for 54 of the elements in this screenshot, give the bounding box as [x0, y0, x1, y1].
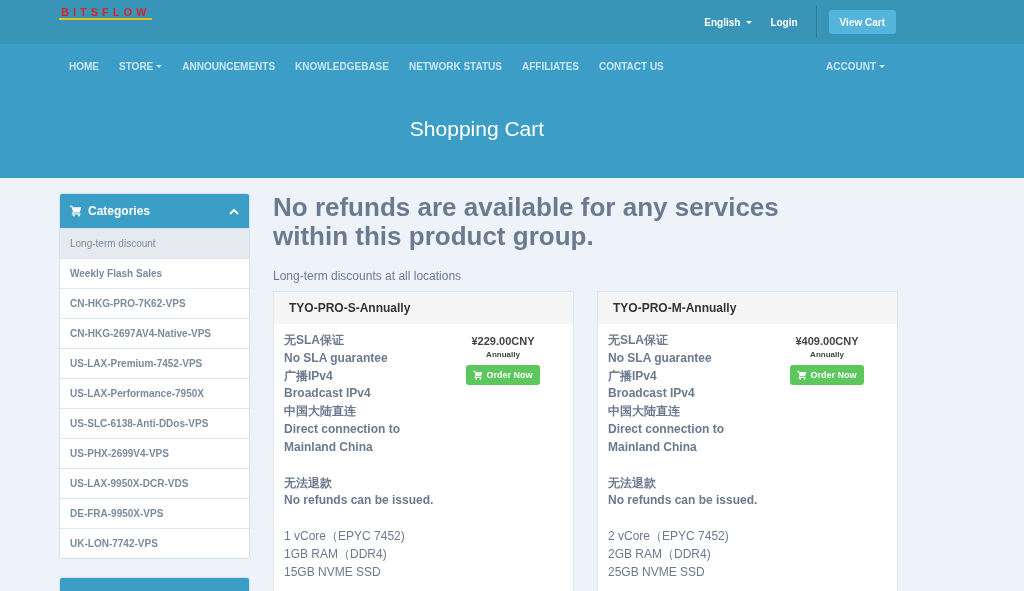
category-item[interactable]: Long-term discount [60, 228, 249, 258]
page-title: Shopping Cart [408, 116, 546, 141]
spec-text: 2GB RAM（DDR4) [608, 545, 712, 563]
order-button[interactable]: Order Now [466, 365, 540, 385]
feature-text: 无SLA保证 [608, 332, 669, 349]
feature-text: 中国大陆直连 [608, 403, 681, 421]
order-button[interactable]: Order Now [790, 365, 864, 385]
language-menu[interactable]: English [704, 16, 753, 28]
feature-text: Broadcast IPv4 [284, 385, 372, 403]
spec-text: 2 vCore（EPYC 7452) [608, 528, 730, 546]
account-menu[interactable]: ACCOUNT [816, 60, 895, 72]
nav-link[interactable]: NETWORK STATUS [398, 60, 512, 72]
headline: No refunds are available for any services within this product group. [273, 193, 780, 251]
price: ¥229.00CNY [471, 335, 535, 347]
price: ¥409.00CNY [795, 335, 859, 347]
feature-text: Mainland China [608, 438, 698, 456]
feature-text: 无SLA保证 [284, 332, 345, 349]
feature-text: Mainland China [284, 438, 374, 456]
feature-text: Direct connection to [284, 421, 401, 438]
view-cart-button[interactable]: View Cart [828, 10, 896, 34]
panel-header[interactable]: Categories [60, 194, 249, 228]
feature-text: No SLA guarantee [608, 349, 713, 367]
category-item[interactable]: UK-LON-7742-VPS [60, 528, 249, 558]
feature-text: 无法退款 [608, 474, 657, 492]
feature-text: 无法退款 [284, 474, 333, 492]
nav-link[interactable]: CONTACT US [588, 60, 674, 72]
panel-title: Categories [88, 204, 152, 218]
login-link[interactable]: Login [770, 16, 798, 28]
nav-link[interactable]: STORE [109, 60, 173, 72]
spec-text: 1 vCore（EPYC 7452) [284, 528, 406, 546]
billing-cycle: Annually [810, 350, 844, 359]
feature-text: 广播IPv4 [608, 367, 658, 385]
product-name: TYO-PRO-M-Annually [598, 292, 897, 324]
subtitle: Long-term discounts at all locations [273, 269, 463, 283]
feature-text: Broadcast IPv4 [608, 385, 696, 403]
nav-link[interactable]: KNOWLEDGEBASE [285, 60, 399, 72]
feature-text: No refunds can be issued. [284, 492, 435, 510]
billing-cycle: Annually [486, 350, 520, 359]
collapse-icon[interactable] [229, 207, 239, 215]
spec-text: 25GB NVME SSD [608, 563, 706, 581]
nav-link[interactable]: HOME [59, 60, 109, 72]
feature-text: Direct connection to [608, 421, 725, 438]
nav-link[interactable]: ANNOUNCEMENTS [172, 60, 286, 72]
cart-icon [70, 205, 82, 217]
product-name: TYO-PRO-S-Annually [274, 292, 573, 324]
feature-text: 中国大陆直连 [284, 403, 357, 421]
cart-icon [473, 370, 484, 380]
cart-icon [797, 370, 808, 380]
feature-text: No SLA guarantee [284, 349, 389, 367]
spec-text: 1GB RAM（DDR4) [284, 545, 388, 563]
spec-text: 15GB NVME SSD [284, 563, 382, 581]
feature-text: No refunds can be issued. [608, 492, 759, 510]
nav-link[interactable]: AFFILIATES [511, 60, 589, 72]
feature-text: 广播IPv4 [284, 367, 334, 385]
